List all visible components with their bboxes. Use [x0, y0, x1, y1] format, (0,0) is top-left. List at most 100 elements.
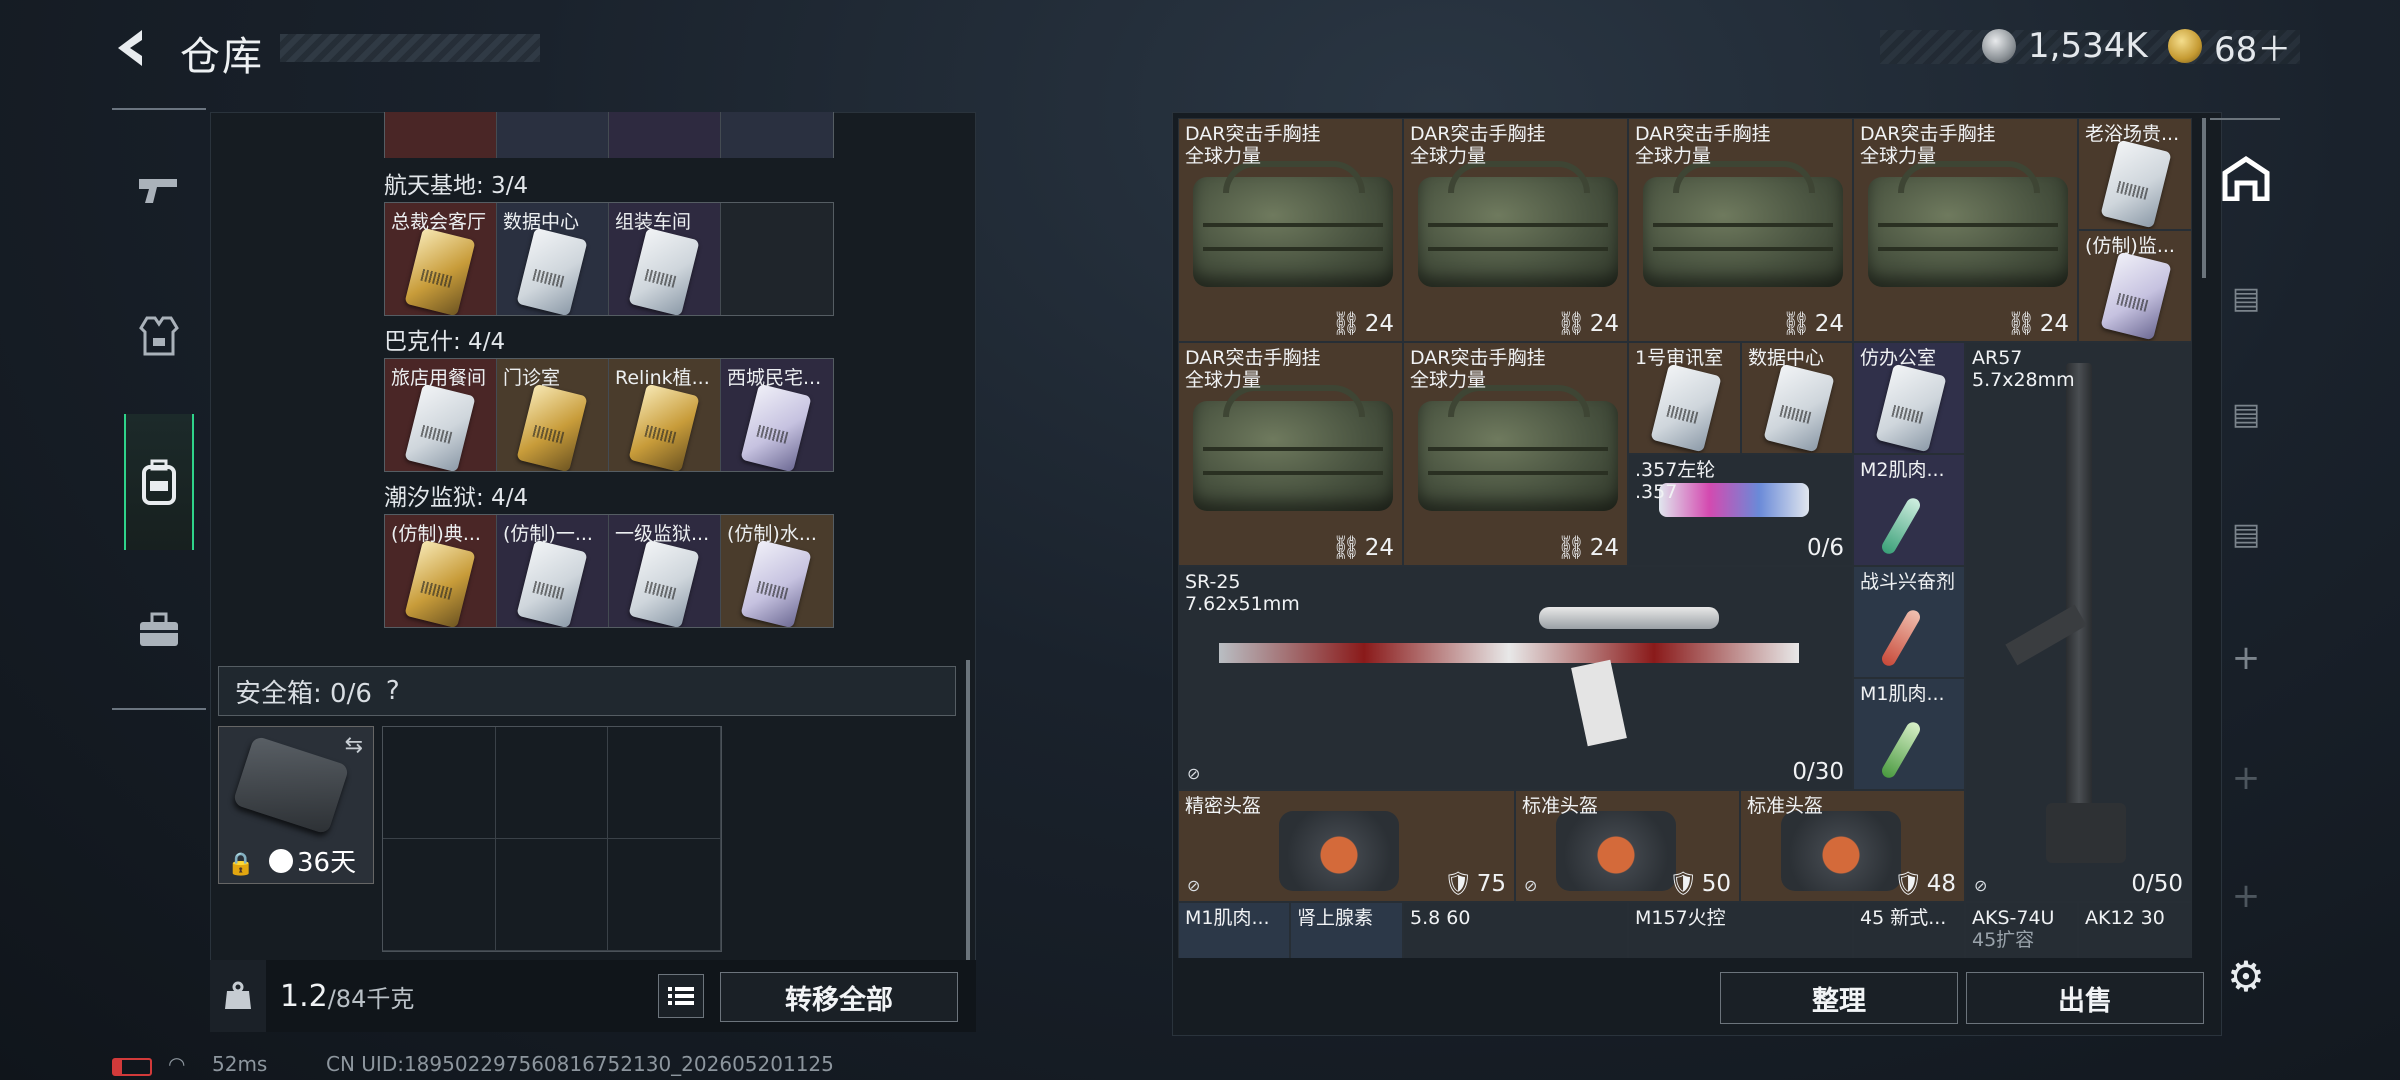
item-slot[interactable]: 肾上腺素: [1290, 902, 1403, 958]
gold-currency[interactable]: 68＋: [2168, 24, 2291, 70]
swap-icon[interactable]: ⇆: [345, 733, 363, 758]
chest-rig-item[interactable]: DAR突击手胸挂 全球力量 ⛓ 24: [1628, 118, 1853, 342]
nav-divider-bottom: [112, 708, 206, 710]
safe-box-slot[interactable]: ⇆ 🔒 36天: [218, 726, 374, 884]
helmet-item[interactable]: 标准头盔 ⊘ 🛡 50: [1515, 790, 1740, 902]
injector-item[interactable]: M2肌肉...: [1853, 454, 1965, 566]
plus-icon: +: [2231, 758, 2261, 798]
list-view-button[interactable]: [658, 974, 704, 1018]
keycard-icon: [516, 539, 588, 627]
keycard-slot[interactable]: 门诊室: [497, 359, 609, 471]
item-name: SR-25: [1185, 571, 1241, 593]
keycard-item[interactable]: 老浴场贵...: [2078, 118, 2192, 230]
keycard-slot[interactable]: (仿制)典...: [385, 515, 497, 627]
item-slot[interactable]: 45 新式...: [1853, 902, 1965, 958]
keycard-icon: [628, 227, 700, 315]
ar57-rifle-item[interactable]: AR57 5.7x28mm ⊘ 0/50: [1965, 342, 2192, 902]
storage-tab-2[interactable]: ▤: [2218, 270, 2274, 326]
transfer-all-button[interactable]: 转移全部: [720, 972, 958, 1022]
left-scrollbar[interactable]: [966, 660, 970, 960]
no-drag-icon: ⊘: [1974, 876, 1988, 895]
warehouse-tab[interactable]: [2218, 150, 2274, 206]
sort-button[interactable]: 整理: [1720, 972, 1958, 1024]
nav-backpack[interactable]: [124, 414, 194, 550]
keycard-icon: [2100, 139, 2172, 229]
revolver-item[interactable]: .357左轮 .357 0/6: [1628, 454, 1853, 566]
keycard-label: Relink植...: [615, 367, 710, 389]
shield-icon: 🛡: [1668, 871, 1698, 897]
injector-item[interactable]: 战斗兴奋剂: [1853, 566, 1965, 678]
settings-button[interactable]: ⚙: [2218, 948, 2274, 1004]
keycard-item[interactable]: (仿制)监...: [2078, 230, 2192, 342]
back-button[interactable]: [112, 26, 152, 70]
safe-box-grid[interactable]: [382, 726, 722, 952]
warehouse-grid: DAR突击手胸挂 全球力量 ⛓ 24 DAR突击手胸挂 全球力量 ⛓ 24 DAR突击手胸挂…: [1178, 118, 2192, 958]
keycard-icon: [2100, 251, 2172, 341]
empty-slot[interactable]: [721, 203, 833, 315]
nav-armor[interactable]: [124, 276, 194, 396]
helmet-item[interactable]: 精密头盔 ⊘ 🛡 75: [1178, 790, 1515, 902]
durability-icon: ⛓: [2006, 311, 2036, 337]
add-storage-button[interactable]: +: [2218, 868, 2274, 924]
keycard-icon: [516, 383, 588, 471]
item-name: DAR突击手胸挂: [1410, 123, 1546, 145]
page-title: 仓库: [180, 34, 264, 80]
item-count: 24: [1589, 310, 1619, 337]
item-name: 5.8 60: [1410, 907, 1471, 929]
storage-tab-4[interactable]: ▤: [2218, 506, 2274, 562]
keycard-slot[interactable]: Relink植...: [609, 359, 721, 471]
add-storage-button[interactable]: +: [2218, 750, 2274, 806]
chest-rig-item[interactable]: DAR突击手胸挂 全球力量 ⛓ 24: [1178, 342, 1403, 566]
sr25-rifle-item[interactable]: SR-25 7.62x51mm ⊘ 0/30: [1178, 566, 1853, 790]
silver-currency[interactable]: 1,534K: [1982, 24, 2148, 68]
durability-value: 50: [1701, 870, 1731, 897]
right-scrollbar[interactable]: [2202, 118, 2206, 278]
warehouse-icon: [2222, 155, 2270, 201]
storage-tab-3[interactable]: ▤: [2218, 386, 2274, 442]
item-name: DAR突击手胸挂: [1410, 347, 1546, 369]
item-slot[interactable]: M1肌肉...: [1178, 902, 1290, 958]
sell-button[interactable]: 出售: [1966, 972, 2204, 1024]
keycard-slot[interactable]: (仿制)一...: [497, 515, 609, 627]
chest-rig-item[interactable]: DAR突击手胸挂 全球力量 ⛓ 24: [1403, 118, 1628, 342]
keycard-label: 组装车间: [615, 211, 692, 233]
nav-weapons[interactable]: [124, 130, 194, 250]
keycard-icon: [516, 227, 588, 315]
uid-text: CN UID:189502297560816752130_20260520112…: [326, 1052, 834, 1076]
chest-rig-item[interactable]: DAR突击手胸挂 全球力量 ⛓ 24: [1178, 118, 1403, 342]
item-subname: 全球力量: [1635, 145, 1712, 167]
keycard-item[interactable]: 1号审讯室: [1628, 342, 1741, 454]
card-row-partial: [384, 112, 834, 158]
keycard-slot[interactable]: 组装车间: [609, 203, 721, 315]
keycard-slot[interactable]: 数据中心: [497, 203, 609, 315]
keycard-item[interactable]: 仿办公室: [1853, 342, 1965, 454]
item-slot[interactable]: M157火控: [1628, 902, 1853, 958]
keycard-icon: [1650, 363, 1722, 453]
durability-value: 75: [1476, 870, 1506, 897]
durability-value: 48: [1926, 870, 1956, 897]
list-icon: [668, 987, 694, 1005]
helmet-item[interactable]: 标准头盔 🛡 48: [1740, 790, 1965, 902]
keycard-icon: [1875, 363, 1947, 453]
gold-coin-icon: [2168, 29, 2202, 63]
item-name: (仿制)监...: [2085, 235, 2175, 257]
keycard-slot[interactable]: (仿制)水...: [721, 515, 833, 627]
chest-rig-item[interactable]: DAR突击手胸挂 全球力量 ⛓ 24: [1853, 118, 2078, 342]
keycard-slot[interactable]: 西城民宅...: [721, 359, 833, 471]
chest-rig-item[interactable]: DAR突击手胸挂 全球力量 ⛓ 24: [1403, 342, 1628, 566]
keycard-label: (仿制)一...: [503, 523, 593, 545]
keycard-item[interactable]: 数据中心: [1741, 342, 1853, 454]
item-name: 肾上腺素: [1297, 907, 1374, 929]
rifle-scope: [1539, 607, 1719, 629]
help-icon[interactable]: ?: [386, 676, 400, 706]
nav-toolbox[interactable]: [124, 570, 194, 690]
keycard-slot[interactable]: 一级监狱...: [609, 515, 721, 627]
keycard-slot[interactable]: 总裁会客厅: [385, 203, 497, 315]
item-slot[interactable]: AK12 30: [2078, 902, 2192, 958]
item-slot[interactable]: AKS-74U 45扩容: [1965, 902, 2078, 958]
keycard-slot[interactable]: 旅店用餐间: [385, 359, 497, 471]
injector-item[interactable]: M1肌肉...: [1853, 678, 1965, 790]
item-slot[interactable]: 5.8 60: [1403, 902, 1628, 958]
section-title: 航天基地: 3/4: [384, 173, 529, 199]
add-storage-button[interactable]: +: [2218, 630, 2274, 686]
